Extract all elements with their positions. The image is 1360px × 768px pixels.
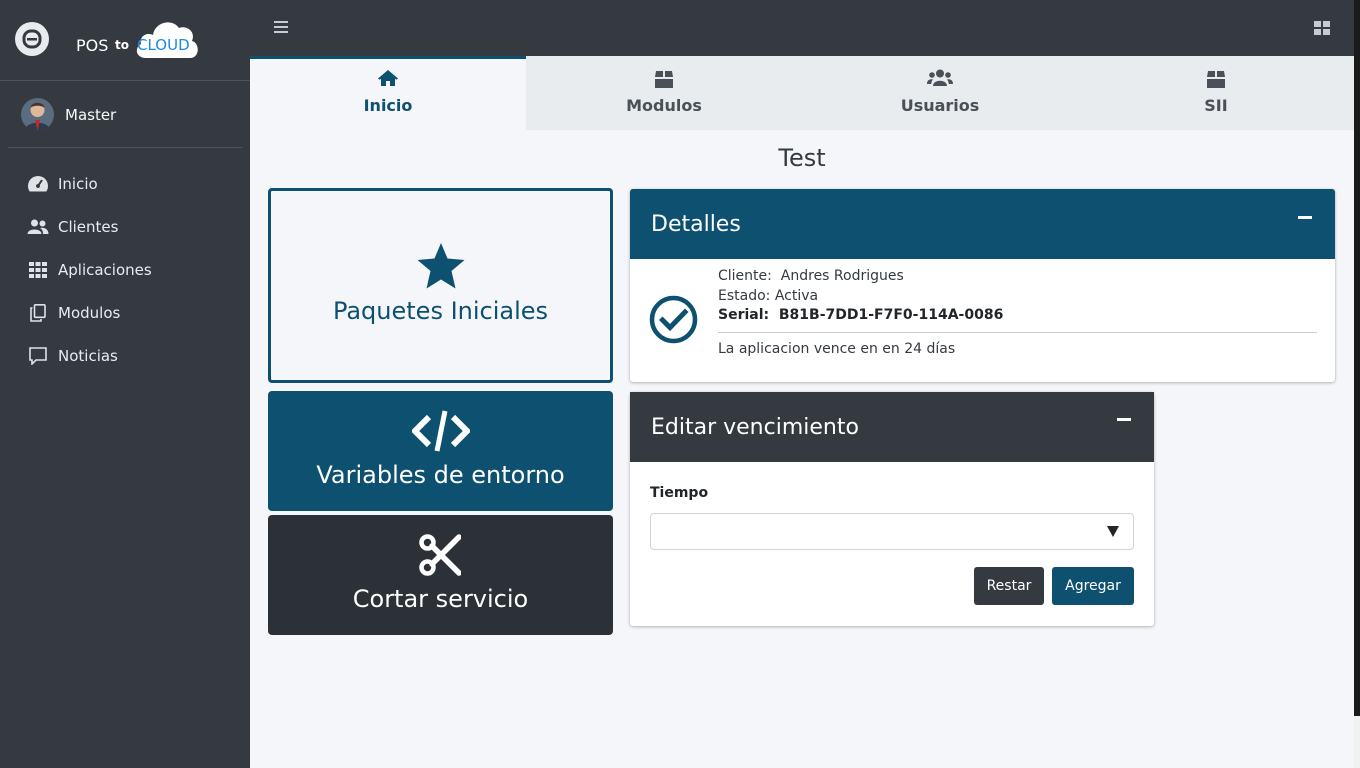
collapse-minus-icon[interactable] [1298, 216, 1312, 219]
env-variables-tile[interactable]: Variables de entorno [268, 391, 613, 511]
scissors-icon [419, 534, 461, 576]
tab-bar: Inicio Modulos Usuarios SII [250, 56, 1354, 130]
brand-pos-text: POS [76, 36, 109, 55]
tachometer-icon [27, 174, 49, 194]
tiempo-label: Tiempo [650, 485, 709, 501]
sidebar-item-label: Clientes [58, 217, 119, 236]
details-card-header: Detalles [630, 189, 1335, 259]
grid-icon [27, 260, 49, 280]
agregar-button[interactable]: Agregar [1052, 567, 1134, 605]
star-icon [417, 243, 465, 289]
cliente-label: Cliente: [718, 268, 772, 284]
user-panel[interactable]: Master [8, 81, 242, 148]
brand-to-text: to [115, 38, 129, 52]
tab-label: Modulos [626, 96, 702, 115]
divider [718, 332, 1317, 333]
estado-label: Estado: [718, 287, 771, 304]
edit-expiration-card-title: Editar vencimiento [651, 415, 859, 440]
tiempo-select[interactable] [650, 513, 1134, 550]
hamburger-menu-icon[interactable] [274, 21, 288, 33]
home-icon [378, 70, 398, 86]
expiry-text: La aplicacion vence en en 24 días [718, 341, 956, 357]
sidebar-item-label: Inicio [58, 174, 98, 193]
details-card: Detalles Cliente: Andres Rodrigues Estad… [630, 189, 1335, 382]
tab-label: SII [1204, 96, 1228, 115]
sidebar-item-modulos[interactable]: Modulos [0, 291, 250, 334]
details-serial-row: Serial: B81B-7DD1-F7F0-114A-0086 [718, 306, 1003, 326]
sidebar-item-label: Noticias [58, 346, 118, 365]
packages-tile-label: Paquetes Iniciales [332, 297, 549, 325]
caret-down-icon [1107, 526, 1119, 537]
tab-sii[interactable]: SII [1078, 56, 1354, 130]
packages-tile[interactable]: Paquetes Iniciales [268, 188, 613, 383]
estado-value: Activa [774, 287, 819, 304]
sidebar-nav: Inicio Clientes Aplicaciones Modulos Not… [0, 162, 250, 377]
scrollbar-track[interactable] [1354, 716, 1360, 768]
tab-usuarios[interactable]: Usuarios [802, 56, 1078, 130]
sidebar-item-clientes[interactable]: Clientes [0, 205, 250, 248]
sidebar-item-label: Modulos [58, 303, 121, 322]
details-card-title: Detalles [651, 212, 741, 237]
sidebar-item-inicio[interactable]: Inicio [0, 162, 250, 205]
serial-label: Serial: [718, 307, 770, 323]
details-cliente-row: Cliente: Andres Rodrigues [718, 267, 1003, 287]
users-icon [927, 69, 953, 86]
sidebar-item-label: Aplicaciones [58, 260, 152, 279]
sidebar-item-aplicaciones[interactable]: Aplicaciones [0, 248, 250, 291]
tab-label: Inicio [363, 96, 413, 115]
user-name: Master [65, 106, 117, 124]
topbar [250, 0, 1354, 56]
sidebar: POS to CLOUD Master Inicio Clientes Apli… [0, 0, 250, 768]
sidebar-item-noticias[interactable]: Noticias [0, 334, 250, 377]
code-icon [412, 410, 470, 452]
brand-cloud-text: CLOUD [137, 36, 190, 54]
brand[interactable]: POS to CLOUD [0, 0, 250, 81]
check-circle-icon [649, 295, 698, 344]
comment-icon [27, 346, 49, 366]
copy-icon [27, 303, 49, 323]
tab-inicio[interactable]: Inicio [250, 56, 526, 130]
serial-value: B81B-7DD1-F7F0-114A-0086 [778, 307, 1004, 323]
edit-expiration-card: Editar vencimiento Tiempo Restar Agregar [630, 392, 1154, 626]
scrollbar[interactable] [1354, 0, 1360, 716]
box-icon [1207, 71, 1225, 88]
collapse-minus-icon[interactable] [1117, 418, 1131, 421]
page-title: Test [778, 144, 826, 172]
tab-label: Usuarios [900, 96, 980, 115]
apps-grid-icon[interactable] [1314, 21, 1330, 35]
restar-button[interactable]: Restar [974, 567, 1044, 605]
details-info: Cliente: Andres Rodrigues Estado: Activa… [718, 267, 1003, 326]
brand-logo-icon [15, 22, 49, 56]
details-estado-row: Estado: Activa [718, 287, 1003, 307]
tab-modulos[interactable]: Modulos [526, 56, 802, 130]
box-icon [655, 71, 673, 88]
cut-service-tile[interactable]: Cortar servicio [268, 515, 613, 635]
avatar [21, 98, 54, 131]
users-icon [27, 217, 49, 237]
cut-service-tile-label: Cortar servicio [352, 585, 529, 613]
cliente-value: Andres Rodrigues [780, 268, 904, 284]
edit-expiration-card-header: Editar vencimiento [630, 392, 1154, 462]
env-variables-tile-label: Variables de entorno [316, 461, 565, 489]
